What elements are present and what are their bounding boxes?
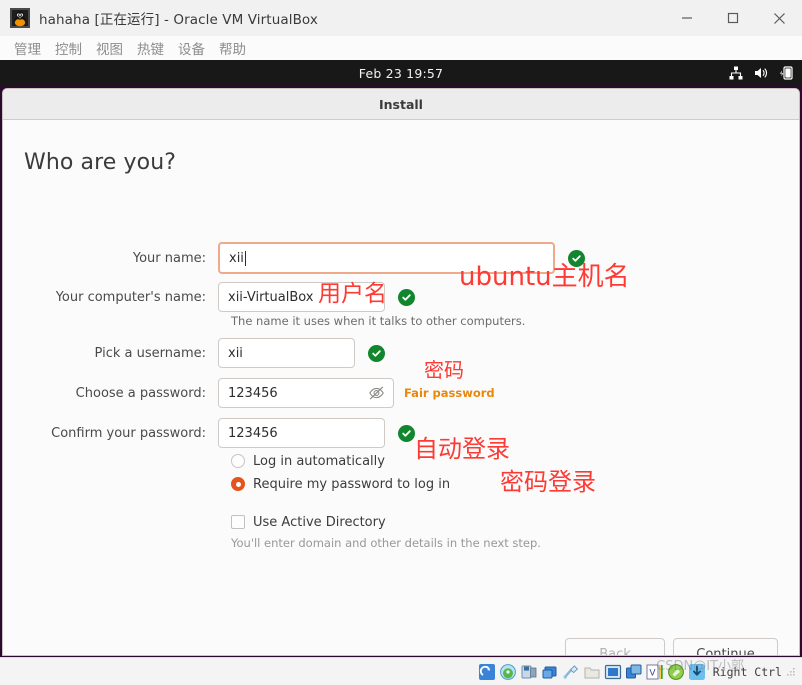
installer-title: Install [379,97,423,112]
virtualbox-titlebar: hahaha [正在运行] - Oracle VM VirtualBox [0,0,802,37]
radio-label-log-in-automatically: Log in automatically [253,454,385,469]
installer-titlebar: Install [3,89,799,120]
annotation-hostname: ubuntu主机名 [459,256,630,293]
keyboard-capture-icon[interactable] [688,663,706,681]
hard-disk-icon[interactable] [478,663,496,681]
menu-item-control[interactable]: 控制 [48,38,89,58]
radio-label-require-password: Require my password to log in [253,477,450,492]
host-key-label: Right Ctrl [713,665,782,679]
menu-item-hotkeys[interactable]: 热键 [130,38,171,58]
close-icon[interactable] [756,0,802,36]
resize-grip-icon[interactable] [786,667,796,677]
installer-button-row: Back Continue [565,638,778,656]
virtualbox-menubar: 管理 控制 视图 热键 设备 帮助 [0,36,802,60]
text-caret [245,251,246,266]
svg-text:V: V [649,668,656,678]
password-value: 123456 [228,386,278,401]
radio-log-in-automatically[interactable] [231,454,245,468]
status-icons: V [478,663,706,681]
field-row-username: Pick a username: xii [3,338,799,368]
field-label-your-name: Your name: [3,251,218,266]
maximize-icon[interactable] [710,0,756,36]
minimize-icon[interactable] [664,0,710,36]
annotation-password: 密码 [424,354,464,383]
field-row-your-name: Your name: xii [3,242,799,274]
field-label-confirm-password: Confirm your password: [3,426,218,441]
password-strength-label: Fair password [404,386,495,400]
screenshot-root: hahaha [正在运行] - Oracle VM VirtualBox 管理 … [0,0,802,685]
continue-button[interactable]: Continue [673,638,778,656]
username-valid-icon [368,345,385,362]
field-label-password: Choose a password: [3,386,218,401]
annotation-auto-login: 自动登录 [414,429,510,464]
computer-name-hint: The name it uses when it talks to other … [231,314,525,328]
page-title: Who are you? [24,150,176,175]
confirm-password-value: 123456 [228,426,278,441]
computer-name-value: xii-VirtualBox [228,290,314,305]
tux-penguin-icon [10,8,30,28]
clock[interactable]: Feb 23 19:57 [359,66,443,81]
checkbox-label-active-directory: Use Active Directory [253,515,386,530]
installer-body: Who are you? Your name: xii [3,120,799,656]
annotation-password-login: 密码登录 [500,462,596,497]
menu-item-devices[interactable]: 设备 [171,38,212,58]
menu-item-manage[interactable]: 管理 [7,38,48,58]
optical-disk-icon[interactable] [499,663,517,681]
field-row-confirm-password: Confirm your password: 123456 [3,418,799,448]
battery-charging-icon[interactable] [778,65,794,81]
active-directory-note: You'll enter domain and other details in… [231,536,541,550]
annotation-username: 用户名 [318,274,387,308]
ubuntu-installer-window: Install Who are you? Your name: xii [2,88,800,656]
network-icon[interactable] [728,65,744,81]
ubuntu-top-bar: Feb 23 19:57 [0,60,802,86]
volume-icon[interactable] [753,65,769,81]
confirm-password-valid-icon [398,425,415,442]
username-input[interactable]: xii [218,338,355,368]
recording-icon[interactable] [625,663,643,681]
radio-require-password[interactable] [231,477,245,491]
username-value: xii [228,346,243,361]
usb-icon[interactable] [562,663,580,681]
guest-screen: Feb 23 19:57 [0,60,802,657]
field-row-password: Choose a password: 123456 F [3,378,799,408]
checkbox-active-directory[interactable] [231,515,245,529]
your-name-value: xii [229,251,244,266]
field-label-computer-name: Your computer's name: [3,290,218,305]
mouse-integration-icon[interactable] [667,663,685,681]
vm-features-icon[interactable]: V [646,663,664,681]
field-row-computer-name: Your computer's name: xii-VirtualBox [3,282,799,312]
checkbox-row-active-directory[interactable]: Use Active Directory [231,511,450,533]
floppy-disk-icon[interactable] [520,663,538,681]
password-input[interactable]: 123456 [218,378,394,408]
back-button[interactable]: Back [565,638,665,656]
display-icon[interactable] [604,663,622,681]
window-controls [664,0,802,36]
radio-row-require-password[interactable]: Require my password to log in [231,473,450,495]
confirm-password-input[interactable]: 123456 [218,418,385,448]
window-title: hahaha [正在运行] - Oracle VM VirtualBox [39,8,318,28]
menu-item-help[interactable]: 帮助 [212,38,253,58]
menu-item-view[interactable]: 视图 [89,38,130,58]
computer-name-valid-icon [398,289,415,306]
eye-slash-icon[interactable] [368,385,385,402]
network-adapter-icon[interactable] [541,663,559,681]
system-tray[interactable] [728,60,794,86]
field-label-username: Pick a username: [3,346,218,361]
virtualbox-statusbar: V Right Ctrl [0,657,802,685]
shared-folder-icon[interactable] [583,663,601,681]
